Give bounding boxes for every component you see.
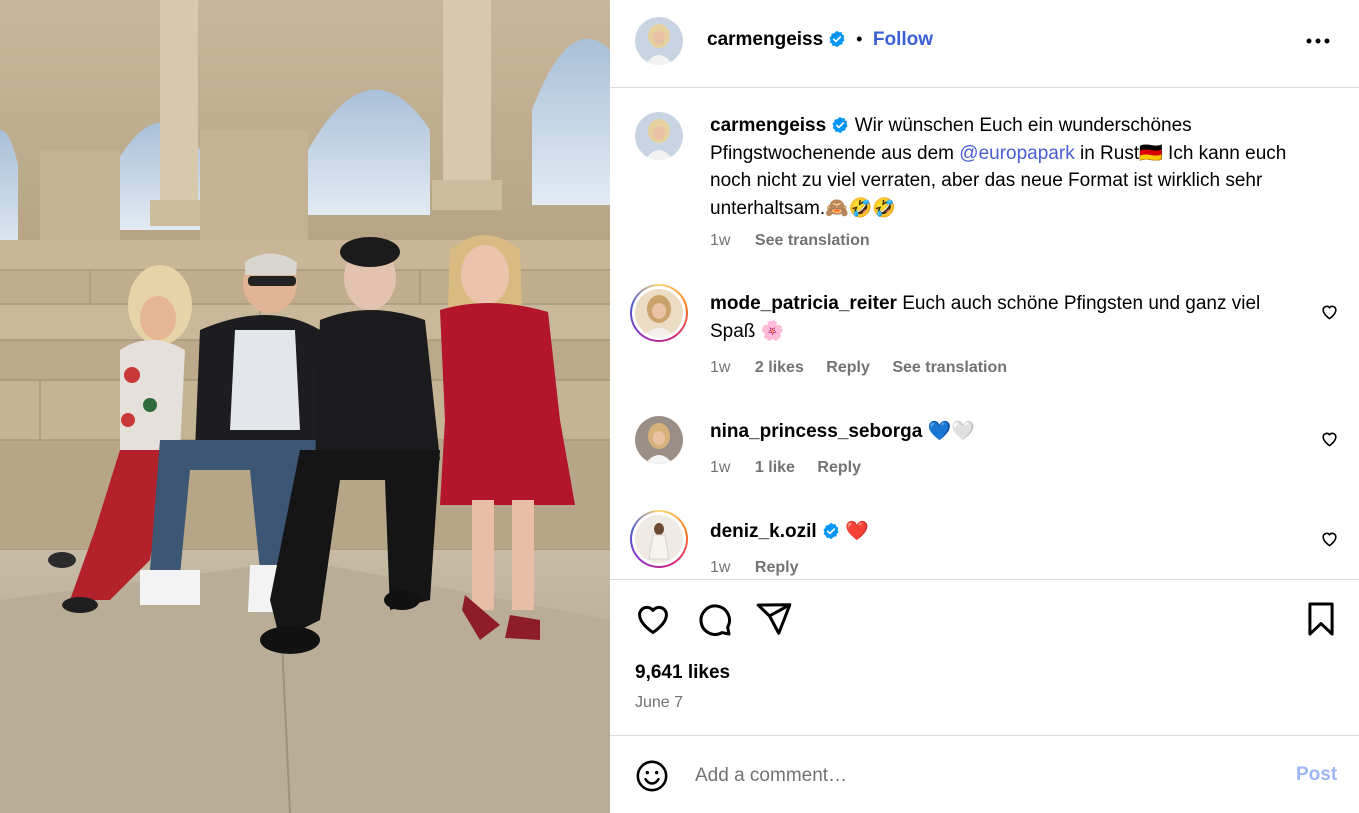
comment-icon[interactable] bbox=[695, 600, 733, 638]
comment: mode_patricia_reiter Euch auch schöne Pf… bbox=[710, 290, 1300, 345]
post-header: carmengeiss • Follow bbox=[610, 0, 1359, 82]
author-username[interactable]: carmengeiss bbox=[707, 29, 823, 50]
emoji-icon[interactable] bbox=[635, 759, 669, 793]
comment: nina_princess_seborga 💙🤍 bbox=[710, 418, 1300, 446]
comment-avatar bbox=[635, 515, 683, 563]
comment-meta: 1w 2 likes Reply See translation bbox=[710, 359, 1025, 377]
comment-like-icon[interactable] bbox=[1320, 302, 1339, 321]
comment-likes-count[interactable]: 1 like bbox=[755, 459, 795, 476]
reply-button[interactable]: Reply bbox=[755, 559, 799, 576]
mention-link[interactable]: @europapark bbox=[959, 143, 1074, 164]
comment-time[interactable]: 1w bbox=[710, 459, 730, 476]
share-icon[interactable] bbox=[755, 600, 793, 638]
post-photo[interactable] bbox=[0, 0, 610, 813]
comment: deniz_k.ozil ❤️ bbox=[710, 518, 1300, 546]
caption: carmengeiss Wir wünschen Euch ein wunder… bbox=[710, 112, 1290, 222]
caption-time[interactable]: 1w bbox=[710, 232, 730, 249]
comment-avatar bbox=[635, 289, 683, 337]
caption-meta: 1w See translation bbox=[710, 232, 888, 250]
see-translation-button[interactable]: See translation bbox=[892, 359, 1007, 376]
author-avatar[interactable] bbox=[635, 17, 683, 65]
heart-icon[interactable] bbox=[634, 600, 672, 638]
comment-like-icon[interactable] bbox=[1320, 529, 1339, 548]
bookmark-icon[interactable] bbox=[1302, 600, 1340, 638]
comment-time[interactable]: 1w bbox=[710, 559, 730, 576]
separator-dot: • bbox=[856, 29, 863, 49]
verified-badge-icon bbox=[823, 522, 839, 540]
post-button[interactable]: Post bbox=[1296, 764, 1337, 786]
comment-username[interactable]: deniz_k.ozil bbox=[710, 521, 817, 542]
post-detail-panel: carmengeiss • Follow carmengeiss Wir wün… bbox=[610, 0, 1359, 813]
more-options-icon[interactable] bbox=[1306, 38, 1330, 44]
verified-badge-icon bbox=[832, 116, 849, 134]
comment-time[interactable]: 1w bbox=[710, 359, 730, 376]
caption-author-avatar[interactable] bbox=[635, 112, 683, 160]
comment-meta: 1w 1 like Reply bbox=[710, 459, 879, 477]
comment-input[interactable] bbox=[695, 762, 1255, 790]
follow-button[interactable]: Follow bbox=[873, 29, 933, 50]
comment-username[interactable]: mode_patricia_reiter bbox=[710, 293, 897, 314]
post-date[interactable]: June 7 bbox=[635, 694, 683, 712]
caption-username[interactable]: carmengeiss bbox=[710, 115, 826, 136]
comment-likes-count[interactable]: 2 likes bbox=[755, 359, 804, 376]
comment-meta: 1w Reply bbox=[710, 559, 816, 577]
comment-avatar-ring[interactable] bbox=[630, 510, 688, 568]
comment-avatar[interactable] bbox=[635, 416, 683, 464]
comment-like-icon[interactable] bbox=[1320, 429, 1339, 448]
actions-divider bbox=[610, 579, 1359, 580]
reply-button[interactable]: Reply bbox=[817, 459, 861, 476]
comments-section[interactable]: carmengeiss Wir wünschen Euch ein wunder… bbox=[610, 88, 1359, 578]
comment-username[interactable]: nina_princess_seborga bbox=[710, 421, 922, 442]
comment-text: ❤️ bbox=[845, 521, 869, 542]
comment-text: 💙🤍 bbox=[927, 421, 975, 442]
verified-badge-icon bbox=[829, 30, 845, 48]
comment-avatar-ring[interactable] bbox=[630, 284, 688, 342]
likes-count[interactable]: 9,641 likes bbox=[635, 662, 730, 684]
comment-box-divider bbox=[610, 735, 1359, 736]
see-translation-button[interactable]: See translation bbox=[755, 232, 870, 249]
reply-button[interactable]: Reply bbox=[826, 359, 870, 376]
